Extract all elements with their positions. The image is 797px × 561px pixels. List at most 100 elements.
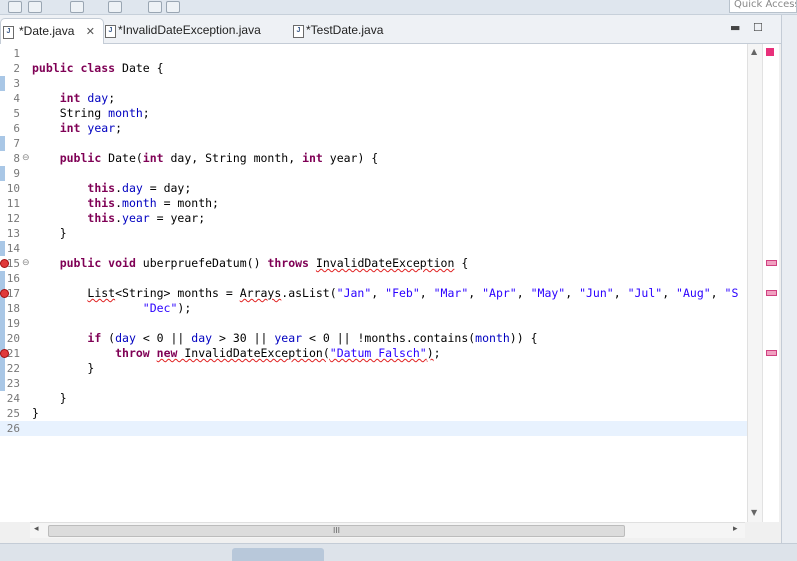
toolbar-icon[interactable] — [28, 1, 42, 13]
scroll-right-icon[interactable]: ▸ — [733, 524, 738, 534]
line-number: 18 — [6, 302, 20, 315]
code-text[interactable]: public class Date { — [32, 61, 164, 76]
java-file-icon: J — [3, 26, 14, 39]
line-number: 22 — [6, 362, 20, 375]
tab-invalid-date-exception-java[interactable]: J *InvalidDateException.java — [105, 18, 261, 43]
code-text[interactable]: if (day < 0 || day > 30 || year < 0 || !… — [32, 331, 537, 346]
code-line[interactable]: 21 throw new InvalidDateException("Datum… — [0, 346, 747, 361]
scroll-thumb[interactable]: III — [48, 525, 625, 537]
code-text[interactable]: int day; — [32, 91, 115, 106]
code-text[interactable]: } — [32, 391, 67, 406]
tab-test-date-java[interactable]: J *TestDate.java — [293, 18, 384, 43]
line-number: 9 — [13, 167, 20, 180]
code-line[interactable]: 22 } — [0, 361, 747, 376]
minimize-icon[interactable]: ▬ — [730, 21, 740, 34]
error-summary-icon[interactable] — [766, 48, 774, 56]
code-text[interactable]: "Dec"); — [32, 301, 191, 316]
code-text[interactable]: public void uberpruefeDatum() throws Inv… — [32, 256, 469, 271]
tab-date-java[interactable]: J *Date.java ✕ — [0, 18, 104, 44]
close-icon[interactable]: ✕ — [86, 20, 95, 45]
toolbar-icon[interactable] — [8, 1, 22, 13]
vertical-scrollbar[interactable]: ▲ ▼ — [747, 44, 763, 522]
code-text[interactable]: } — [32, 361, 94, 376]
code-text[interactable]: } — [32, 226, 67, 241]
quick-access-input[interactable]: Quick Access — [729, 0, 797, 13]
line-number: 5 — [13, 107, 20, 120]
line-number: 8 — [13, 152, 20, 165]
code-line[interactable]: 5 String month; — [0, 106, 747, 121]
code-line[interactable]: 16 — [0, 271, 747, 286]
code-line[interactable]: 2 public class Date { — [0, 61, 747, 76]
code-text[interactable]: throw new InvalidDateException("Datum Fa… — [32, 346, 440, 361]
line-number: 4 — [13, 92, 20, 105]
tab-label: *TestDate.java — [306, 23, 384, 37]
line-number: 25 — [6, 407, 20, 420]
code-line[interactable]: 11 this.month = month; — [0, 196, 747, 211]
error-icon[interactable] — [0, 259, 9, 268]
code-text[interactable]: this.month = month; — [32, 196, 219, 211]
line-number: 10 — [6, 182, 20, 195]
error-marker[interactable] — [766, 350, 777, 356]
fold-toggle-icon[interactable]: ⊖ — [22, 258, 30, 268]
code-line[interactable]: 26 — [0, 421, 747, 436]
code-line[interactable]: 1 — [0, 46, 747, 61]
back-arrow-icon[interactable] — [148, 1, 162, 13]
code-line[interactable]: 4 int day; — [0, 91, 747, 106]
code-line[interactable]: 10 this.day = day; — [0, 181, 747, 196]
code-line[interactable]: 17 List<String> months = Arrays.asList("… — [0, 286, 747, 301]
code-text[interactable]: this.day = day; — [32, 181, 191, 196]
code-text[interactable]: } — [32, 406, 39, 421]
horizontal-scrollbar[interactable]: ◂ III ▸ — [30, 522, 745, 538]
overview-ruler[interactable] — [762, 44, 779, 522]
code-line[interactable]: 20 if (day < 0 || day > 30 || year < 0 |… — [0, 331, 747, 346]
code-text[interactable]: public Date(int day, String month, int y… — [32, 151, 379, 166]
code-text[interactable]: int year; — [32, 121, 122, 136]
fold-toggle-icon[interactable]: ⊖ — [22, 153, 30, 163]
line-number: 19 — [6, 317, 20, 330]
line-number: 14 — [6, 242, 20, 255]
code-text[interactable]: String month; — [32, 106, 150, 121]
code-line[interactable]: 6 int year; — [0, 121, 747, 136]
line-number: 6 — [13, 122, 20, 135]
code-line[interactable]: 14 — [0, 241, 747, 256]
code-text[interactable]: List<String> months = Arrays.asList("Jan… — [32, 286, 738, 301]
scroll-down-icon[interactable]: ▼ — [751, 508, 757, 517]
tab-label: *InvalidDateException.java — [118, 23, 261, 37]
code-line[interactable]: 12 this.year = year; — [0, 211, 747, 226]
code-line[interactable]: 3 — [0, 76, 747, 91]
editor-tab-bar: J *Date.java ✕ J *InvalidDateException.j… — [0, 15, 790, 44]
line-number: 23 — [6, 377, 20, 390]
code-line[interactable]: 15 ⊖ public void uberpruefeDatum() throws… — [0, 256, 747, 271]
scroll-left-icon[interactable]: ◂ — [34, 524, 39, 534]
code-line[interactable]: 8 ⊖ public Date(int day, String month, in… — [0, 151, 747, 166]
error-icon[interactable] — [0, 349, 9, 358]
code-line[interactable]: 9 — [0, 166, 747, 181]
toolbar-icon[interactable] — [70, 1, 84, 13]
error-icon[interactable] — [0, 289, 9, 298]
code-line[interactable]: 18 "Dec"); — [0, 301, 747, 316]
scroll-up-icon[interactable]: ▲ — [751, 47, 757, 56]
code-line[interactable]: 13 } — [0, 226, 747, 241]
line-number: 7 — [13, 137, 20, 150]
bottom-tab[interactable] — [232, 548, 324, 561]
toolbar-icon[interactable] — [108, 1, 122, 13]
code-editor[interactable]: 1 2 public class Date {3 4 int day; 5 String… — [0, 44, 747, 522]
java-file-icon: J — [293, 25, 304, 38]
code-text[interactable]: this.year = year; — [32, 211, 205, 226]
line-number: 24 — [6, 392, 20, 405]
code-line[interactable]: 23 — [0, 376, 747, 391]
side-panel — [781, 15, 797, 545]
code-line[interactable]: 25} — [0, 406, 747, 421]
maximize-icon[interactable]: ☐ — [753, 21, 763, 34]
code-line[interactable]: 7 — [0, 136, 747, 151]
main-toolbar: Quick Access — [0, 0, 797, 15]
error-marker[interactable] — [766, 290, 777, 296]
error-marker[interactable] — [766, 260, 777, 266]
line-number: 11 — [6, 197, 20, 210]
code-line[interactable]: 24 } — [0, 391, 747, 406]
line-number: 26 — [6, 422, 20, 435]
code-line[interactable]: 19 — [0, 316, 747, 331]
forward-arrow-icon[interactable] — [166, 1, 180, 13]
bottom-panel-bar — [0, 543, 797, 561]
line-number: 13 — [6, 227, 20, 240]
